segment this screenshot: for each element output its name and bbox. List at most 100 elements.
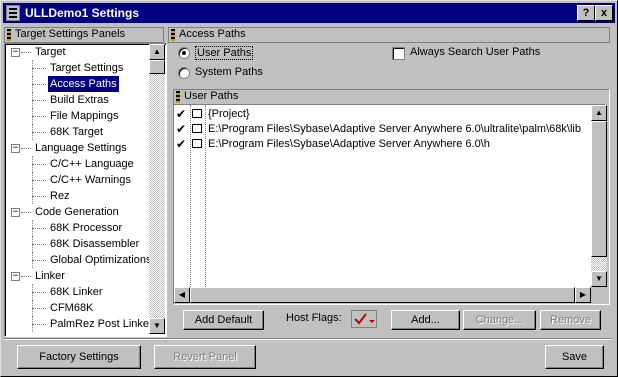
- path-row[interactable]: ✔ {Project}: [174, 107, 591, 121]
- user-paths-header: User Paths: [174, 90, 605, 105]
- right-panel-header: Access Paths: [168, 27, 610, 43]
- system-paths-radio[interactable]: [178, 67, 190, 79]
- tree-item-label: 68K Disassembler: [50, 238, 140, 250]
- tree-item[interactable]: Build Extras: [5, 92, 148, 108]
- help-button[interactable]: ?: [577, 5, 595, 21]
- tree-item-label: Language Settings: [35, 142, 127, 154]
- grip-icon: [176, 91, 180, 103]
- user-paths-box: User Paths ✔ {Project} ✔ E:\Program Files\S…: [173, 89, 610, 305]
- revert-panel-button[interactable]: Revert Panel: [154, 345, 256, 369]
- tree-item[interactable]: Access Paths: [5, 76, 148, 92]
- tree-item-label: 68K Linker: [50, 286, 103, 298]
- tree-scrollbar[interactable]: ▲ ▼: [149, 44, 165, 334]
- tree-item[interactable]: 68K Target: [5, 124, 148, 140]
- tree-item[interactable]: CFM68K: [5, 300, 148, 316]
- tree-item[interactable]: C/C++ Warnings: [5, 172, 148, 188]
- tree-item[interactable]: File Mappings: [5, 108, 148, 124]
- folder-icon: [192, 139, 202, 148]
- tree-item-label: Linker: [35, 270, 65, 282]
- tree-item[interactable]: C/C++ Language: [5, 156, 148, 172]
- add-default-button[interactable]: Add Default: [183, 310, 264, 330]
- always-search-checkbox[interactable]: [392, 47, 405, 60]
- folder-icon: [192, 124, 202, 133]
- collapse-icon[interactable]: −: [11, 48, 20, 57]
- tree-item-label: Rez: [50, 190, 70, 202]
- path-text: E:\Program Files\Sybase\Adaptive Server …: [208, 138, 490, 150]
- collapse-icon[interactable]: −: [11, 144, 20, 153]
- paths-vscroll-thumb[interactable]: [591, 121, 607, 257]
- tree-item-label: Global Optimizations: [50, 254, 152, 266]
- title-bar[interactable]: ULLDemo1 Settings ? x: [3, 3, 615, 23]
- tree-item-label: 68K Processor: [50, 222, 123, 234]
- scroll-corner: [591, 287, 607, 303]
- tree-item-label: 68K Target: [50, 126, 104, 138]
- paths-vscrollbar[interactable]: ▲ ▼: [591, 105, 607, 287]
- factory-settings-button[interactable]: Factory Settings: [17, 345, 141, 369]
- host-flags-popup[interactable]: [351, 310, 377, 328]
- change-path-button[interactable]: Change...: [463, 310, 536, 330]
- paths-hscroll-thumb[interactable]: [190, 287, 575, 303]
- path-row[interactable]: ✔ E:\Program Files\Sybase\Adaptive Server…: [174, 122, 591, 136]
- tree-group[interactable]: − Code Generation: [5, 204, 148, 220]
- footer-divider: [4, 338, 612, 340]
- collapse-icon[interactable]: −: [11, 272, 20, 281]
- user-paths-title: User Paths: [184, 90, 239, 102]
- system-paths-label[interactable]: System Paths: [195, 66, 263, 78]
- settings-window: ULLDemo1 Settings ? x Target Settings Pa…: [0, 0, 618, 377]
- tree-group[interactable]: − Language Settings: [5, 140, 148, 156]
- scroll-left-icon[interactable]: ◀: [174, 287, 190, 303]
- checkmark-icon: [354, 313, 375, 325]
- tree-item[interactable]: 68K Linker: [5, 284, 148, 300]
- scroll-up-icon[interactable]: ▲: [149, 44, 165, 60]
- tree-item-label: Build Extras: [50, 94, 109, 106]
- app-icon: [6, 5, 20, 21]
- always-search-label[interactable]: Always Search User Paths: [410, 46, 540, 58]
- path-text: E:\Program Files\Sybase\Adaptive Server …: [208, 123, 581, 135]
- grip-icon: [7, 29, 11, 41]
- tree-item[interactable]: PalmRez Post Linker: [5, 316, 153, 332]
- grip-icon: [171, 29, 175, 41]
- left-panel-header: Target Settings Panels: [4, 27, 164, 43]
- path-text: {Project}: [208, 108, 250, 120]
- tree-item-label: C/C++ Warnings: [50, 174, 131, 186]
- tree-item[interactable]: Rez: [5, 188, 148, 204]
- user-paths-label[interactable]: User Paths: [195, 46, 254, 60]
- right-panel-title: Access Paths: [179, 28, 246, 40]
- window-title: ULLDemo1 Settings: [25, 6, 140, 20]
- host-flags-label: Host Flags:: [286, 312, 342, 324]
- folder-icon: [192, 109, 202, 118]
- tree-item-label: Target Settings: [50, 62, 124, 74]
- tree-item-label: C/C++ Language: [50, 158, 134, 170]
- tree-group[interactable]: − Linker: [5, 268, 148, 284]
- paths-hscrollbar[interactable]: ◀ ▶: [174, 287, 591, 303]
- tree-item-label: Access Paths: [48, 76, 119, 92]
- tree-item[interactable]: 68K Processor: [5, 220, 148, 236]
- tree-group[interactable]: − Target: [5, 44, 148, 60]
- tree-item-label: Target: [35, 46, 66, 58]
- tree-item-label: CFM68K: [50, 302, 94, 314]
- user-paths-radio[interactable]: [178, 47, 190, 59]
- scroll-up-icon[interactable]: ▲: [591, 105, 607, 121]
- scroll-down-icon[interactable]: ▼: [591, 271, 607, 287]
- add-path-button[interactable]: Add...: [391, 310, 460, 330]
- scroll-down-icon[interactable]: ▼: [149, 318, 165, 334]
- scroll-right-icon[interactable]: ▶: [575, 287, 591, 303]
- settings-tree[interactable]: − Target Target Settings Access Paths Build …: [4, 43, 167, 337]
- tree-item-label: Code Generation: [35, 206, 119, 218]
- tree-item-label: File Mappings: [50, 110, 119, 122]
- save-button[interactable]: Save: [545, 345, 604, 369]
- path-checkmark-icon[interactable]: ✔: [176, 107, 186, 121]
- tree-item[interactable]: Global Optimizations: [5, 252, 152, 268]
- path-row[interactable]: ✔ E:\Program Files\Sybase\Adaptive Server…: [174, 137, 591, 151]
- tree-item[interactable]: Target Settings: [5, 60, 148, 76]
- collapse-icon[interactable]: −: [11, 208, 20, 217]
- tree-item-label: PalmRez Post Linker: [50, 318, 153, 330]
- remove-path-button[interactable]: Remove: [540, 310, 601, 330]
- path-checkmark-icon[interactable]: ✔: [176, 137, 186, 151]
- user-paths-list[interactable]: ✔ {Project} ✔ E:\Program Files\Sybase\Adapt…: [174, 105, 591, 287]
- close-button[interactable]: x: [595, 5, 613, 21]
- tree-item[interactable]: 68K Disassembler: [5, 236, 148, 252]
- tree-scroll-thumb[interactable]: [149, 60, 165, 74]
- path-checkmark-icon[interactable]: ✔: [176, 122, 186, 136]
- left-panel-title: Target Settings Panels: [15, 28, 126, 40]
